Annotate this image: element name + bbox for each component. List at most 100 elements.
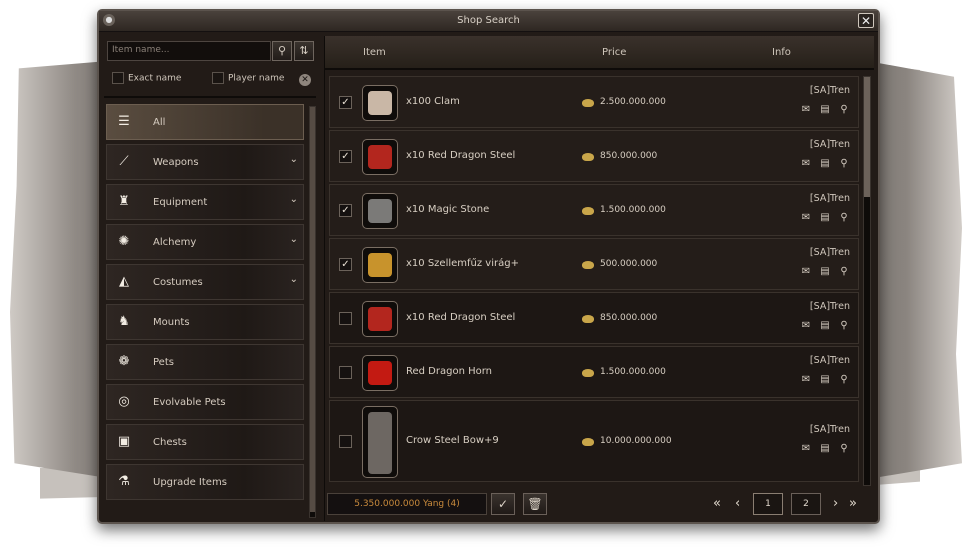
item-name: Crow Steel Bow+9	[406, 435, 499, 446]
shop-icon[interactable]: ▤	[819, 104, 831, 115]
category-item[interactable]: ❁ Pets	[106, 344, 304, 380]
shop-icon[interactable]: ▤	[819, 266, 831, 277]
message-icon[interactable]: ✉	[800, 104, 812, 115]
category-item[interactable]: ▣ Chests	[106, 424, 304, 460]
category-label: Evolvable Pets	[153, 397, 226, 408]
table-row[interactable]: ✓ x100 Clam 2.500.000.000 [SA]Tren ✉ ▤ ⚲	[329, 76, 859, 128]
footer: 5.350.000.000 Yang (4) ✓ 🗑 « ‹ 1 2 › »	[325, 491, 874, 521]
close-button[interactable]: ✕	[858, 13, 874, 28]
category-item[interactable]: ✺ Alchemy ⌄	[106, 224, 304, 260]
category-label: All	[153, 117, 166, 128]
inspect-icon[interactable]: ⚲	[838, 443, 850, 454]
next-page-icon[interactable]: ›	[833, 495, 838, 513]
item-slot[interactable]	[362, 85, 398, 121]
category-item[interactable]: ⟋ Weapons ⌄	[106, 144, 304, 180]
message-icon[interactable]: ✉	[800, 212, 812, 223]
results-scroll-thumb[interactable]	[864, 77, 870, 197]
row-checkbox[interactable]: ✓	[339, 258, 352, 271]
item-name-input[interactable]: Item name...	[107, 41, 271, 61]
row-checkbox[interactable]	[339, 366, 352, 379]
search-button[interactable]: ⚲	[272, 41, 292, 61]
item-slot[interactable]	[362, 406, 398, 478]
inspect-icon[interactable]: ⚲	[838, 266, 850, 277]
title-bar[interactable]: ● Shop Search ✕	[99, 11, 878, 32]
seller-name: [SA]Tren	[809, 301, 850, 312]
magic-stone-icon	[368, 199, 392, 223]
message-icon[interactable]: ✉	[800, 320, 812, 331]
column-item: Item	[363, 47, 386, 58]
exact-name-option[interactable]: Exact name	[112, 72, 181, 84]
table-row[interactable]: Red Dragon Horn 1.500.000.000 [SA]Tren ✉ ▤ ⚲	[329, 346, 859, 398]
shop-icon[interactable]: ▤	[819, 320, 831, 331]
clear-filter-icon[interactable]: ✕	[299, 74, 311, 86]
results-scrollbar[interactable]	[863, 76, 871, 486]
category-item[interactable]: ◭ Costumes ⌄	[106, 264, 304, 300]
prev-page-icon[interactable]: ‹	[735, 495, 740, 513]
category-scroll-thumb[interactable]	[310, 107, 315, 512]
shop-icon[interactable]: ▤	[819, 212, 831, 223]
first-page-icon[interactable]: «	[713, 495, 721, 513]
row-checkbox[interactable]: ✓	[339, 150, 352, 163]
category-item[interactable]: ⚗ Upgrade Items	[106, 464, 304, 500]
row-checkbox[interactable]: ✓	[339, 204, 352, 217]
column-info: Info	[772, 47, 791, 58]
delete-button[interactable]: 🗑	[523, 493, 547, 515]
inspect-icon[interactable]: ⚲	[838, 320, 850, 331]
shop-icon[interactable]: ▤	[819, 374, 831, 385]
row-checkbox[interactable]	[339, 312, 352, 325]
category-item[interactable]: ☰ All	[106, 104, 304, 140]
shop-icon[interactable]: ▤	[819, 158, 831, 169]
row-checkbox[interactable]	[339, 435, 352, 448]
message-icon[interactable]: ✉	[800, 158, 812, 169]
paw-icon: ❁	[118, 354, 130, 369]
message-icon[interactable]: ✉	[800, 443, 812, 454]
category-scrollbar[interactable]	[309, 106, 316, 518]
row-actions: ✉ ▤ ⚲	[790, 374, 850, 385]
shop-icon[interactable]: ▤	[819, 443, 831, 454]
item-slot[interactable]	[362, 139, 398, 175]
player-name-label: Player name	[228, 73, 285, 84]
category-item[interactable]: ♞ Mounts	[106, 304, 304, 340]
item-price: 1.500.000.000	[600, 205, 666, 215]
item-slot[interactable]	[362, 355, 398, 391]
table-row[interactable]: ✓ x10 Magic Stone 1.500.000.000 [SA]Tren ✉ ▤ ⚲	[329, 184, 859, 236]
red-dragon-steel-icon	[368, 145, 392, 169]
magnifier-icon: ⚲	[277, 44, 287, 57]
expand-chevron-icon[interactable]: ⌄	[290, 234, 298, 245]
item-slot[interactable]	[362, 301, 398, 337]
expand-chevron-icon[interactable]: ⌄	[290, 274, 298, 285]
confirm-buy-button[interactable]: ✓	[491, 493, 515, 515]
expand-chevron-icon[interactable]: ⌄	[290, 154, 298, 165]
page-2-button[interactable]: 2	[791, 493, 821, 515]
row-checkbox[interactable]: ✓	[339, 96, 352, 109]
player-name-option[interactable]: Player name	[212, 72, 284, 84]
exact-name-checkbox[interactable]	[112, 72, 124, 84]
item-slot[interactable]	[362, 247, 398, 283]
table-row[interactable]: x10 Red Dragon Steel 850.000.000 [SA]Tren ✉…	[329, 292, 859, 344]
inspect-icon[interactable]: ⚲	[838, 158, 850, 169]
inspect-icon[interactable]: ⚲	[838, 212, 850, 223]
last-page-icon[interactable]: »	[849, 495, 857, 513]
inspect-icon[interactable]: ⚲	[838, 104, 850, 115]
expand-chevron-icon[interactable]: ⌄	[290, 194, 298, 205]
sort-button[interactable]: ⇅	[294, 41, 314, 61]
category-item[interactable]: ◎ Evolvable Pets	[106, 384, 304, 420]
page-1-button[interactable]: 1	[753, 493, 783, 515]
category-label: Weapons	[153, 157, 199, 168]
table-row[interactable]: Crow Steel Bow+9 10.000.000.000 [SA]Tren ✉ ▤…	[329, 400, 859, 482]
item-name: x10 Szellemfűz virág+	[406, 258, 519, 269]
item-slot[interactable]	[362, 193, 398, 229]
inspect-icon[interactable]: ⚲	[838, 374, 850, 385]
item-price: 1.500.000.000	[600, 367, 666, 377]
message-icon[interactable]: ✉	[800, 374, 812, 385]
seller-name: [SA]Tren	[809, 139, 850, 150]
red-dragon-steel-icon	[368, 307, 392, 331]
table-row[interactable]: ✓ x10 Szellemfűz virág+ 500.000.000 [SA]Tre…	[329, 238, 859, 290]
category-item[interactable]: ♜ Equipment ⌄	[106, 184, 304, 220]
message-icon[interactable]: ✉	[800, 266, 812, 277]
table-row[interactable]: ✓ x10 Red Dragon Steel 850.000.000 [SA]Tren…	[329, 130, 859, 182]
row-actions: ✉ ▤ ⚲	[790, 266, 850, 277]
category-label: Mounts	[153, 317, 190, 328]
player-name-checkbox[interactable]	[212, 72, 224, 84]
flower-icon	[368, 253, 392, 277]
